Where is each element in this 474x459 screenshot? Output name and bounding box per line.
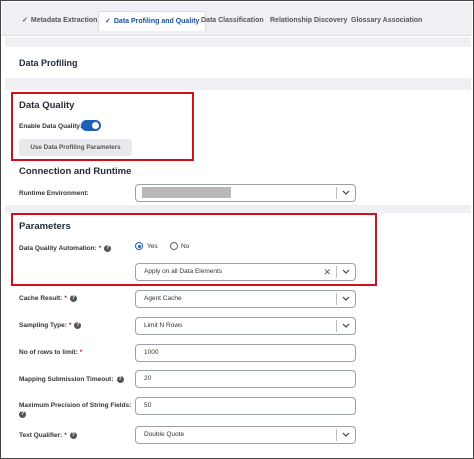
no-label: No: [181, 243, 190, 250]
mapping-timeout-input[interactable]: 20: [135, 370, 356, 388]
chevron-down-icon[interactable]: [341, 427, 351, 443]
toggle-knob: [92, 122, 99, 129]
chevron-down-icon[interactable]: [341, 318, 351, 334]
data-quality-title: Data Quality: [19, 100, 75, 111]
text-qualifier-label: Text Qualifier: *?: [19, 432, 77, 440]
tab-metadata-extraction[interactable]: ✓ Metadata Extraction: [16, 11, 103, 31]
yes-label: Yes: [147, 243, 158, 250]
cache-result-label: Cache Result: *?: [19, 295, 77, 303]
clear-icon[interactable]: ✕: [323, 264, 331, 280]
runtime-environment-select[interactable]: [135, 184, 356, 202]
spacer-band: [5, 205, 471, 213]
max-precision-label: Maximum Precision of String Fields:: [19, 402, 132, 409]
cache-result-select[interactable]: Agent Cache: [135, 290, 356, 308]
enable-data-quality-toggle[interactable]: [81, 120, 101, 131]
max-precision-input[interactable]: 50: [135, 397, 356, 415]
help-icon: ?: [104, 245, 112, 252]
parameters-title: Parameters: [19, 221, 71, 232]
runtime-environment-label: Runtime Environment:: [19, 190, 89, 197]
connection-runtime-title: Connection and Runtime: [19, 166, 132, 177]
spacer-band: [5, 78, 471, 90]
dq-automation-no-radio[interactable]: [170, 242, 178, 250]
chevron-down-icon[interactable]: [341, 185, 351, 201]
enable-data-quality-label: Enable Data Quality:: [19, 123, 83, 130]
spacer-band: [5, 37, 471, 47]
dq-automation-select[interactable]: Apply on all Data Elements ✕: [135, 263, 356, 281]
sampling-type-select[interactable]: Limit N Rows: [135, 317, 356, 335]
redacted-value: [142, 187, 231, 198]
rows-limit-label: No of rows to limit: *: [19, 349, 83, 356]
check-icon: ✓: [22, 17, 28, 24]
sampling-type-label: Sampling Type: *?: [19, 322, 82, 330]
tab-glossary-association[interactable]: Glossary Association: [345, 11, 428, 31]
tab-data-profiling-and-quality[interactable]: ✓ Data Profiling and Quality: [98, 11, 207, 31]
chevron-down-icon[interactable]: [341, 291, 351, 307]
check-icon: ✓: [105, 18, 111, 25]
help-icon: ?: [69, 432, 77, 439]
tab-data-classification[interactable]: Data Classification: [195, 11, 270, 31]
help-icon: ?: [116, 376, 124, 383]
use-data-profiling-parameters-button[interactable]: Use Data Profiling Parameters: [19, 139, 132, 156]
page-title: Data Profiling: [19, 58, 78, 68]
text-qualifier-select[interactable]: Double Quote: [135, 426, 356, 444]
rows-limit-input[interactable]: 1000: [135, 344, 356, 362]
dq-automation-label: Data Quality Automation: *?: [19, 245, 112, 253]
max-precision-help: ?: [19, 411, 26, 418]
tab-bar: ✓ Metadata Extraction ✓ Data Profiling and…: [2, 2, 472, 36]
app-frame: ✓ Metadata Extraction ✓ Data Profiling and…: [0, 0, 474, 459]
mapping-timeout-label: Mapping Submission Timeout:?: [19, 376, 124, 384]
tab-relationship-discovery[interactable]: Relationship Discovery: [264, 11, 353, 31]
help-icon: ?: [74, 322, 82, 329]
help-icon: ?: [19, 411, 26, 418]
chevron-down-icon[interactable]: [341, 264, 351, 280]
dq-automation-yes-radio[interactable]: [135, 242, 143, 250]
help-icon: ?: [69, 295, 77, 302]
